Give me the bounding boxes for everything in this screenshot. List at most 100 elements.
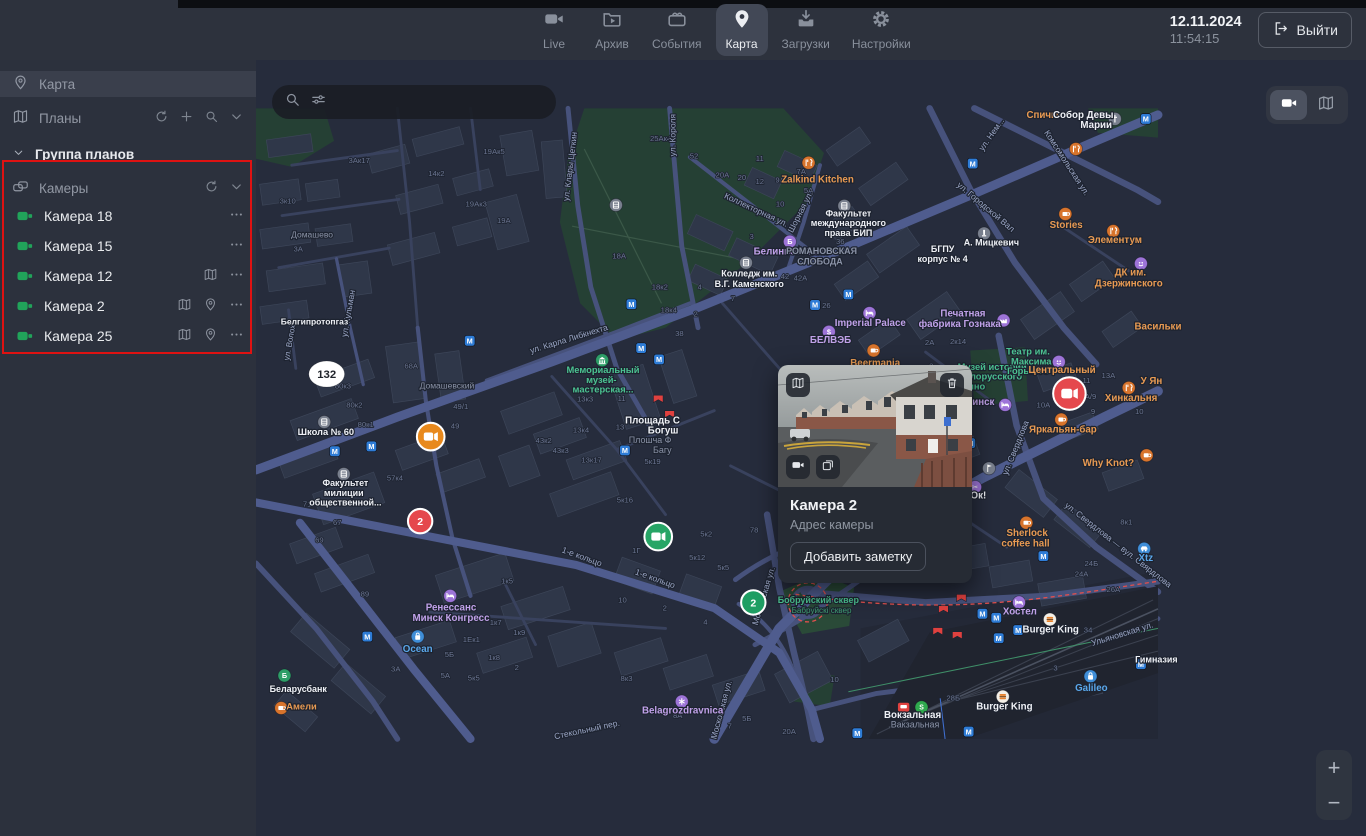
camera-list-item[interactable]: Камера 2: [0, 291, 256, 321]
sidebar-item-plans[interactable]: Планы: [0, 103, 256, 133]
metro-icon: М: [843, 289, 854, 300]
camera-list-item[interactable]: Камера 18: [0, 201, 256, 231]
popup-camera-title: Камера 2: [790, 497, 960, 514]
camera-list-item[interactable]: Камера 12: [0, 261, 256, 291]
building-number: 67: [333, 518, 342, 527]
building-number: 5к12: [689, 553, 705, 562]
building-number: 1к7: [490, 618, 502, 627]
poi-education-icon[interactable]: [609, 199, 622, 212]
map-poi-label: Бобруйский сквер: [778, 595, 860, 605]
filter-sliders-icon[interactable]: [310, 91, 327, 113]
map-poi-label: БЕЛВЭБ: [810, 335, 851, 346]
refresh-icon[interactable]: [204, 179, 219, 197]
plans-layer-button[interactable]: [1307, 90, 1344, 120]
map-poi-label: Why Knot?: [1083, 458, 1134, 469]
building-number: 11: [1082, 376, 1090, 385]
nav-item-settings[interactable]: Настройки: [844, 4, 919, 56]
open-video-button[interactable]: [786, 455, 810, 479]
map-poi-label: Burger King: [1023, 624, 1079, 635]
cluster-marker[interactable]: 2: [741, 590, 765, 614]
nav-label: Live: [543, 37, 565, 51]
logout-button[interactable]: Выйти: [1258, 12, 1352, 48]
camera-name: Камера 25: [44, 328, 177, 344]
search-icon[interactable]: [204, 109, 219, 127]
search-input[interactable]: [336, 94, 544, 110]
poi-cafe-icon[interactable]: [867, 344, 880, 357]
building-number: 13к3: [577, 395, 593, 404]
nav-item-events[interactable]: События: [644, 4, 710, 56]
show-on-map-icon[interactable]: [203, 297, 218, 315]
metro-icon: М: [636, 343, 647, 354]
camera-list-item[interactable]: Камера 15: [0, 231, 256, 261]
map-canvas[interactable]: 68А80к380к280к149/14957к47167693Ак1714к2…: [256, 60, 1366, 836]
nav-item-live[interactable]: Live: [528, 4, 580, 56]
poi-cafe-icon[interactable]: [1140, 449, 1153, 462]
cameras-layer-button[interactable]: [1270, 90, 1307, 120]
map-poi-label: Беларусбанк: [270, 684, 328, 694]
cluster-marker[interactable]: 2: [408, 509, 432, 533]
building-number: 10: [776, 200, 785, 209]
building-number: 3: [1053, 664, 1057, 673]
camera-marker[interactable]: [1053, 377, 1086, 410]
more-menu-icon[interactable]: [229, 267, 244, 285]
show-on-plan-icon[interactable]: [203, 267, 218, 285]
add-note-button[interactable]: Добавить заметку: [790, 542, 926, 571]
poi-shopping-icon[interactable]: [1084, 670, 1097, 683]
poi-cafe-icon[interactable]: [1059, 207, 1072, 220]
building-number: 7: [728, 721, 732, 730]
poi-flag-icon[interactable]: [982, 462, 995, 475]
metro-icon: М: [993, 633, 1004, 644]
show-on-plan-icon[interactable]: [177, 297, 192, 315]
building-number: 13: [616, 422, 625, 431]
building-number: 43к3: [553, 446, 569, 455]
zoom-out-button[interactable]: −: [1316, 785, 1352, 820]
building-number: 3А: [294, 244, 304, 253]
show-on-plan-icon[interactable]: [177, 327, 192, 345]
zoom-in-button[interactable]: +: [1316, 750, 1352, 785]
map-search-bar[interactable]: [272, 85, 556, 119]
show-on-map-icon[interactable]: [203, 327, 218, 345]
building-number: 24А: [1075, 569, 1090, 578]
refresh-icon[interactable]: [154, 109, 169, 127]
chevron-down-icon[interactable]: [229, 179, 244, 197]
camera-marker[interactable]: [644, 523, 672, 551]
more-menu-icon[interactable]: [229, 207, 244, 225]
camera-marker[interactable]: [417, 423, 445, 451]
poi-restaurant-icon[interactable]: [1069, 142, 1082, 155]
more-menu-icon[interactable]: [229, 297, 244, 315]
building-number: 42А: [794, 274, 809, 283]
cluster-marker[interactable]: 132: [309, 361, 345, 387]
building-number: 19А: [497, 216, 512, 225]
nav-label: Настройки: [852, 37, 911, 51]
chevron-down-icon[interactable]: [229, 109, 244, 127]
building-number: 1Г: [632, 546, 641, 555]
nav-item-archive[interactable]: Архив: [586, 4, 638, 56]
building-number: 5к2: [700, 530, 712, 539]
metro-icon: М: [1038, 551, 1049, 562]
poi-shopping-icon[interactable]: [411, 630, 424, 643]
sidebar-item-map[interactable]: Карта: [0, 71, 256, 97]
nav-item-map[interactable]: Карта: [716, 4, 768, 56]
poi-education-icon[interactable]: [739, 256, 752, 269]
metro-icon: М: [977, 608, 988, 619]
poi-hotel-icon[interactable]: [999, 398, 1012, 411]
poi-hotel-icon[interactable]: [444, 589, 457, 602]
nav-label: Загрузки: [782, 37, 830, 51]
map-poi-label: Центральный: [1029, 365, 1096, 376]
map-poi-label: Ренессанс: [426, 603, 477, 614]
poi-bank-b-icon[interactable]: Б: [278, 669, 291, 682]
copy-view-button[interactable]: [816, 455, 840, 479]
add-plan-icon[interactable]: [179, 109, 194, 127]
camera-list-item[interactable]: Камера 25: [0, 321, 256, 351]
cameras-group-icon: [12, 178, 29, 198]
nav-item-downloads[interactable]: Загрузки: [774, 4, 838, 56]
sidebar-cameras-header[interactable]: Камеры: [0, 175, 256, 201]
plans-actions: [154, 109, 244, 127]
delete-button[interactable]: [940, 373, 964, 397]
building-number: 2: [693, 309, 697, 318]
more-menu-icon[interactable]: [229, 237, 244, 255]
more-menu-icon[interactable]: [229, 327, 244, 345]
show-on-plan-button[interactable]: [786, 373, 810, 397]
poi-restaurant-icon[interactable]: [802, 156, 815, 169]
sidebar-plan-group[interactable]: Группа планов: [0, 141, 256, 167]
